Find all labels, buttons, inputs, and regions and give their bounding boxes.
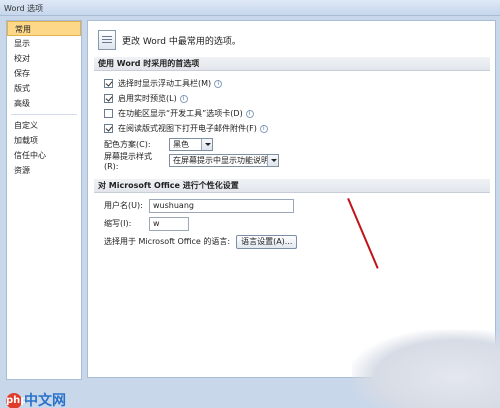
username-label: 用户名(U): — [104, 201, 143, 210]
color-scheme-select[interactable]: 黑色 — [169, 138, 213, 151]
sidebar-item-resources[interactable]: 资源 — [7, 163, 81, 178]
live-preview-label: 启用实时预览(L) — [118, 94, 177, 103]
document-settings-icon — [98, 30, 116, 50]
sidebar-item-display[interactable]: 显示 — [7, 36, 81, 51]
sidebar-item-trust-center[interactable]: 信任中心 — [7, 148, 81, 163]
info-icon: i — [259, 124, 268, 133]
sidebar-item-advanced[interactable]: 高级 — [7, 96, 81, 111]
sidebar-divider — [11, 114, 77, 115]
developer-tab-label: 在功能区显示“开发工具”选项卡(D) — [118, 109, 243, 118]
option-live-preview[interactable]: 启用实时预览(L) i — [104, 92, 188, 105]
color-scheme-value: 黑色 — [173, 140, 189, 149]
initials-label: 缩写(I): — [104, 219, 132, 228]
screentip-label: 屏幕提示样式(R): — [104, 151, 152, 171]
option-developer-tab[interactable]: 在功能区显示“开发工具”选项卡(D) i — [104, 107, 254, 120]
color-scheme-row: 配色方案(C): 黑色 — [104, 138, 213, 151]
email-attachments-label: 在阅读版式视图下打开电子邮件附件(F) — [118, 124, 257, 133]
screentip-row: 屏幕提示样式(R): 在屏幕提示中显示功能说明 — [104, 152, 279, 171]
sidebar-item-common[interactable]: 常用 — [7, 21, 81, 36]
floating-toolbar-checkbox[interactable] — [104, 79, 113, 88]
screentip-value: 在屏幕提示中显示功能说明 — [173, 156, 269, 165]
option-email-attachments[interactable]: 在阅读版式视图下打开电子邮件附件(F) i — [104, 122, 268, 135]
live-preview-checkbox[interactable] — [104, 94, 113, 103]
watermark-text: 中文网 — [24, 393, 66, 408]
options-main-panel: 更改 Word 中最常用的选项。 使用 Word 时采用的首选项 选择时显示浮动… — [87, 20, 496, 378]
info-icon: i — [179, 94, 188, 103]
info-icon: i — [214, 79, 223, 88]
chevron-down-icon[interactable] — [201, 139, 212, 150]
title-bar: Word 选项 — [0, 0, 500, 16]
language-label: 选择用于 Microsoft Office 的语言: — [104, 237, 231, 246]
option-floating-toolbar[interactable]: 选择时显示浮动工具栏(M) i — [104, 77, 223, 90]
email-attachments-checkbox[interactable] — [104, 124, 113, 133]
screentip-select[interactable]: 在屏幕提示中显示功能说明 — [169, 154, 279, 167]
info-icon: i — [245, 109, 254, 118]
username-row: 用户名(U): wushuang — [104, 198, 294, 213]
php-logo-icon: php — [6, 393, 27, 408]
initials-row: 缩写(I): w — [104, 216, 189, 231]
site-watermark: php中文网 — [6, 390, 66, 408]
sidebar-item-proofing[interactable]: 校对 — [7, 51, 81, 66]
language-settings-button[interactable]: 语言设置(A)... — [236, 234, 298, 249]
username-input[interactable]: wushuang — [149, 198, 294, 213]
floating-toolbar-label: 选择时显示浮动工具栏(M) — [118, 79, 212, 88]
panel-header: 更改 Word 中最常用的选项。 — [98, 27, 488, 55]
options-sidebar: 常用 显示 校对 保存 版式 高级 自定义 加载项 信任中心 资源 — [6, 20, 82, 380]
watermark-background — [352, 330, 500, 408]
developer-tab-checkbox[interactable] — [104, 109, 113, 118]
panel-header-text: 更改 Word 中最常用的选项。 — [122, 37, 241, 47]
section-personalize-title: 对 Microsoft Office 进行个性化设置 — [94, 179, 490, 193]
sidebar-item-layout[interactable]: 版式 — [7, 81, 81, 96]
language-row: 选择用于 Microsoft Office 的语言: 语言设置(A)... — [104, 234, 298, 249]
sidebar-item-customize[interactable]: 自定义 — [7, 118, 81, 133]
sidebar-item-save[interactable]: 保存 — [7, 66, 81, 81]
initials-input[interactable]: w — [149, 216, 189, 231]
chevron-down-icon[interactable] — [267, 155, 278, 166]
sidebar-item-addins[interactable]: 加载项 — [7, 133, 81, 148]
section-preferences-title: 使用 Word 时采用的首选项 — [94, 57, 490, 71]
window-title: Word 选项 — [4, 4, 44, 13]
color-scheme-label: 配色方案(C): — [104, 140, 151, 149]
